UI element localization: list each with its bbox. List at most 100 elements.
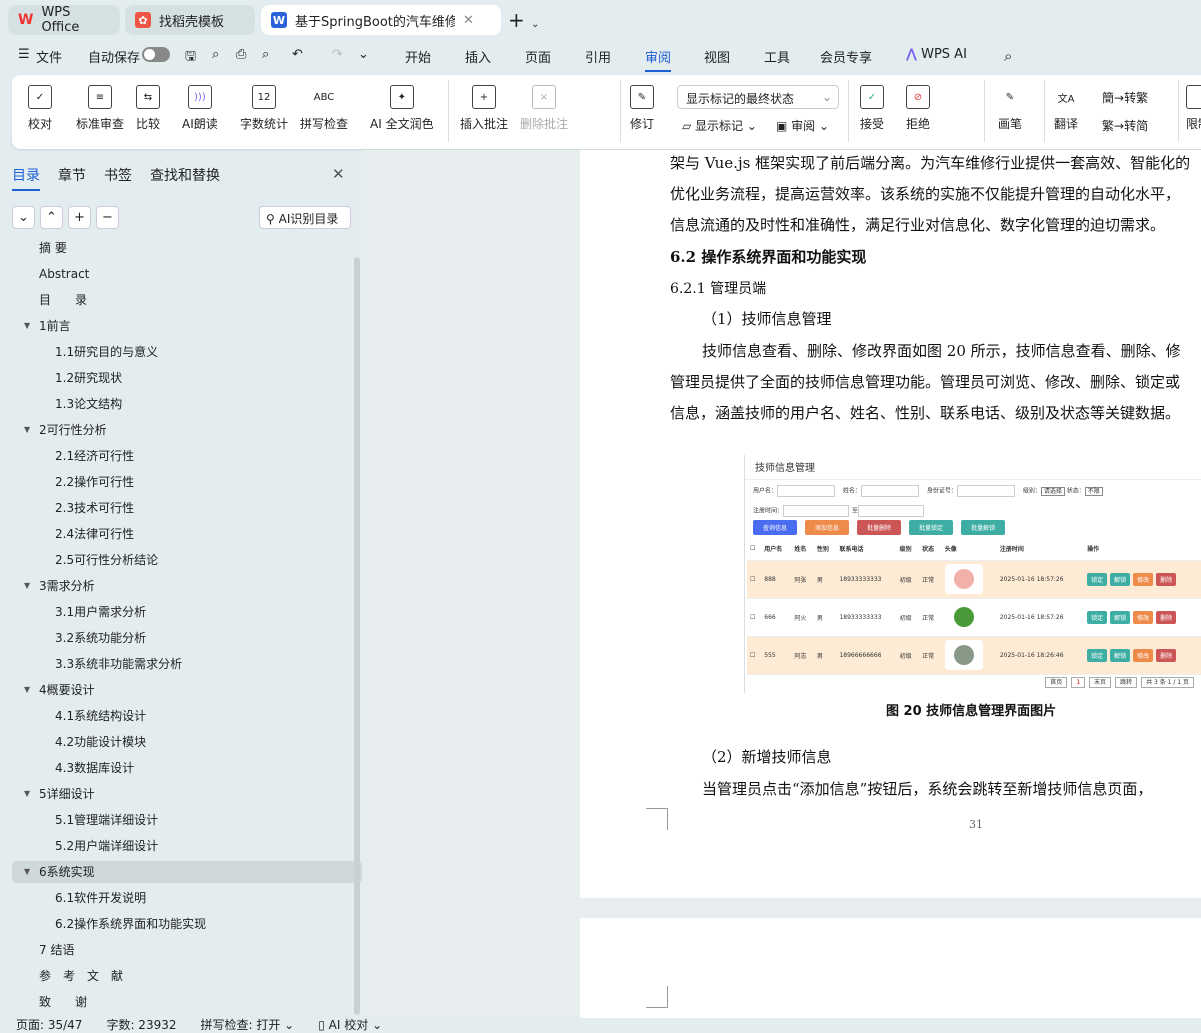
toc-item[interactable]: ▼ 6系统实现: [12, 861, 362, 883]
tab-document[interactable]: W 基于SpringBoot的汽车维修管 ✕: [261, 5, 501, 35]
expand-arrow-icon[interactable]: ▼: [24, 679, 30, 701]
expand-arrow-icon[interactable]: ▼: [24, 575, 30, 597]
menu-wps-ai[interactable]: ⋀ WPS AI: [906, 47, 967, 62]
expand-arrow-icon[interactable]: ▼: [24, 419, 30, 441]
close-icon[interactable]: ✕: [463, 13, 474, 28]
review-pane-button[interactable]: ▣ 审阅 ⌄: [776, 117, 829, 134]
panel-tab-chapter[interactable]: 章节: [58, 165, 86, 185]
to-simplified-button[interactable]: 繁→转简: [1102, 117, 1148, 134]
toc-item[interactable]: 4.2功能设计模块: [12, 731, 362, 753]
standard-review-button[interactable]: ≡ 标准审查: [76, 85, 124, 132]
expand-arrow-icon[interactable]: ▼: [24, 783, 30, 805]
expand-arrow-icon[interactable]: ▼: [24, 315, 30, 337]
toc-item[interactable]: 3.1用户需求分析: [12, 601, 362, 623]
toc-item[interactable]: 致 谢: [12, 991, 362, 1013]
toc-item[interactable]: 1.1研究目的与意义: [12, 341, 362, 363]
expand-up-button[interactable]: ⌃: [40, 206, 63, 229]
toc-item[interactable]: 目 录: [12, 289, 362, 311]
menu-file[interactable]: 文件: [36, 47, 62, 66]
toc-item[interactable]: 2.3技术可行性: [12, 497, 362, 519]
toc-item[interactable]: 1.2研究现状: [12, 367, 362, 389]
pen-button[interactable]: ✎ 画笔: [998, 85, 1022, 132]
translate-button[interactable]: 文A 翻译: [1054, 85, 1078, 132]
page-indicator[interactable]: 页面: 35/47: [16, 1016, 82, 1033]
toc-item[interactable]: 7 结语: [12, 939, 362, 961]
undo-icon[interactable]: ↶: [292, 47, 303, 62]
toc-item[interactable]: ▼ 2可行性分析: [12, 419, 362, 441]
proof-button[interactable]: ✓ 校对: [28, 85, 52, 132]
expand-arrow-icon[interactable]: ▼: [24, 861, 30, 883]
redo-icon[interactable]: ↷: [332, 47, 343, 62]
menu-reference[interactable]: 引用: [585, 47, 611, 66]
autosave-toggle[interactable]: [142, 47, 170, 62]
search-icon[interactable]: ⌕: [1004, 47, 1012, 65]
reject-button[interactable]: ⊘ 拒绝: [906, 85, 930, 132]
toc-item[interactable]: 2.4法律可行性: [12, 523, 362, 545]
toc-item[interactable]: Abstract: [12, 263, 362, 285]
tab-template[interactable]: ✿ 找稻壳模板: [125, 5, 255, 35]
toc-item[interactable]: 2.2操作可行性: [12, 471, 362, 493]
toc-item[interactable]: ▼ 1前言: [12, 315, 362, 337]
display-mode-select[interactable]: 显示标记的最终状态 ⌄: [677, 85, 839, 109]
toc-item[interactable]: 3.2系统功能分析: [12, 627, 362, 649]
accept-button[interactable]: ✓ 接受: [860, 85, 884, 132]
toc-item[interactable]: 4.3数据库设计: [12, 757, 362, 779]
spell-status[interactable]: 拼写检查: 打开 ⌄: [201, 1016, 295, 1033]
insert-comment-button[interactable]: + 插入批注: [460, 85, 508, 132]
toc-item[interactable]: 5.1管理端详细设计: [12, 809, 362, 831]
more-icon[interactable]: ⌄: [358, 47, 369, 62]
spell-check-button[interactable]: ABC 拼写检查: [300, 85, 348, 132]
tab-wps-office[interactable]: W WPS Office: [8, 5, 120, 35]
ai-polish-button[interactable]: ✦ AI 全文润色: [370, 85, 434, 132]
save-icon[interactable]: 🖫: [185, 47, 196, 69]
track-changes-button[interactable]: ✎ 修订: [630, 85, 654, 132]
ai-read-button[interactable]: ))) AI朗读: [182, 85, 218, 132]
filter-select: 请选择: [1040, 486, 1065, 496]
collapse-down-button[interactable]: ⌄: [12, 206, 35, 229]
toc-item[interactable]: 2.5可行性分析结论: [12, 549, 362, 571]
ai-toc-button[interactable]: ⚲ AI识别目录: [259, 206, 351, 229]
panel-tab-toc[interactable]: 目录: [12, 165, 40, 191]
format-painter-icon[interactable]: ⌕: [212, 47, 219, 62]
menu-start[interactable]: 开始: [405, 47, 431, 66]
show-marks-button[interactable]: ▱ 显示标记 ⌄: [682, 117, 757, 134]
toc-item[interactable]: 参 考 文 献: [12, 965, 362, 987]
menu-tools[interactable]: 工具: [764, 47, 790, 66]
compare-button[interactable]: ⇆ 比较: [136, 85, 160, 132]
menu-view[interactable]: 视图: [704, 47, 730, 66]
panel-tab-find-replace[interactable]: 查找和替换: [150, 165, 220, 185]
panel-scrollbar[interactable]: [354, 257, 360, 1015]
toc-item[interactable]: 摘 要: [12, 237, 362, 259]
menu-member[interactable]: 会员专享: [820, 47, 872, 66]
word-count[interactable]: 字数: 23932: [106, 1016, 176, 1033]
print-preview-icon[interactable]: ⌕: [262, 47, 269, 62]
toc-item[interactable]: 6.2操作系统界面和功能实现: [12, 913, 362, 935]
to-traditional-button[interactable]: 簡→转繁: [1102, 89, 1148, 106]
restrict-button[interactable]: 限制: [1186, 85, 1201, 132]
toc-item[interactable]: 3.3系统非功能需求分析: [12, 653, 362, 675]
print-icon[interactable]: ⎙: [236, 47, 246, 62]
delete-comment-button[interactable]: × 删除批注: [520, 85, 568, 132]
menu-page[interactable]: 页面: [525, 47, 551, 66]
toc-item[interactable]: 5.2用户端详细设计: [12, 835, 362, 857]
toc-item[interactable]: ▼ 3需求分析: [12, 575, 362, 597]
menu-review[interactable]: 审阅: [645, 47, 672, 72]
panel-tab-bookmark[interactable]: 书签: [104, 165, 132, 185]
toc-item[interactable]: 2.1经济可行性: [12, 445, 362, 467]
read-aloud-icon: ))): [187, 85, 212, 109]
menu-icon[interactable]: ☰: [18, 47, 30, 62]
toc-item[interactable]: 4.1系统结构设计: [12, 705, 362, 727]
toc-label: 3.2系统功能分析: [55, 631, 147, 645]
new-tab-button[interactable]: + ⌄: [508, 8, 540, 32]
toc-item[interactable]: 6.1软件开发说明: [12, 887, 362, 909]
menu-insert[interactable]: 插入: [465, 47, 491, 66]
toc-item[interactable]: ▼ 5详细设计: [12, 783, 362, 805]
close-panel-icon[interactable]: ✕: [332, 165, 345, 183]
add-level-button[interactable]: +: [68, 206, 91, 229]
ai-proof-status[interactable]: ▯ AI 校对 ⌄: [318, 1016, 382, 1033]
remove-level-button[interactable]: −: [96, 206, 119, 229]
restrict-icon: [1186, 85, 1201, 109]
toc-item[interactable]: ▼ 4概要设计: [12, 679, 362, 701]
toc-item[interactable]: 1.3论文结构: [12, 393, 362, 415]
word-count-button[interactable]: 12 字数统计: [240, 85, 288, 132]
